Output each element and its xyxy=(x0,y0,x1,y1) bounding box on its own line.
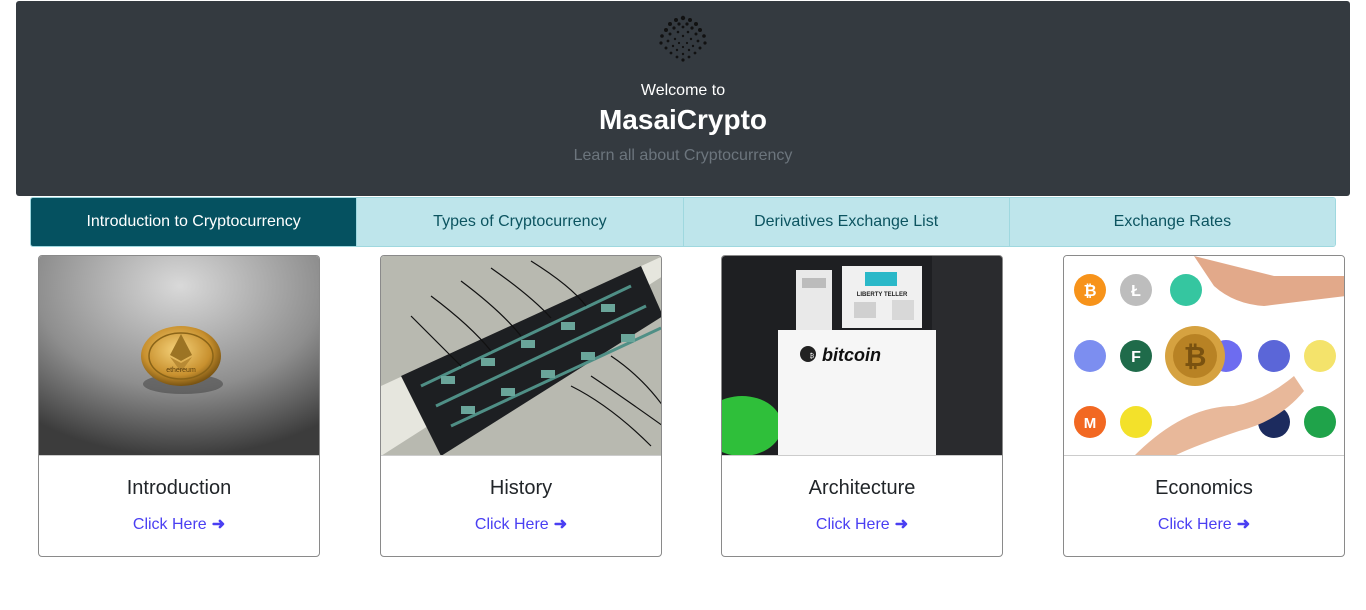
hero-banner: Welcome to MasaiCrypto Learn all about C… xyxy=(16,1,1350,196)
svg-text:₿: ₿ xyxy=(1083,282,1096,300)
atm-brand-text: LIBERTY TELLER xyxy=(857,292,908,298)
card-architecture: LIBERTY TELLER ₿ bitcoin Architecture Cl… xyxy=(721,255,1003,557)
arrow-right-icon: ➜ xyxy=(553,516,568,533)
svg-text:M: M xyxy=(1084,415,1097,432)
bitcoin-atm-image: LIBERTY TELLER ₿ bitcoin xyxy=(722,256,1002,456)
tab-introduction[interactable]: Introduction to Cryptocurrency xyxy=(31,198,358,246)
svg-text:Ł: Ł xyxy=(1131,283,1141,300)
tab-derivatives[interactable]: Derivatives Exchange List xyxy=(683,198,1010,246)
svg-text:₿: ₿ xyxy=(1184,341,1207,372)
nav-tabs: Introduction to Cryptocurrency Types of … xyxy=(30,197,1336,247)
click-here-link[interactable]: Click Here ➜ xyxy=(1064,514,1344,534)
mining-rig-image xyxy=(381,256,661,456)
svg-text:F: F xyxy=(1131,349,1141,366)
card-title: History xyxy=(489,477,553,499)
card-title: Economics xyxy=(1155,477,1253,499)
atm-bitcoin-text: bitcoin xyxy=(822,345,881,365)
click-here-link[interactable]: Click Here ➜ xyxy=(722,514,1002,534)
card-introduction: ethereum Introduction Click Here ➜ xyxy=(38,255,320,557)
site-title: MasaiCrypto xyxy=(598,104,768,135)
svg-text:₿: ₿ xyxy=(810,353,815,360)
iota-logo-icon xyxy=(659,15,707,62)
card-economics: ₿ Ł F M ₿ Economics Click Here ➜ xyxy=(1063,255,1345,557)
card-title: Introduction xyxy=(126,477,232,499)
click-here-link[interactable]: Click Here ➜ xyxy=(39,514,319,534)
arrow-right-icon: ➜ xyxy=(211,516,226,533)
tab-types[interactable]: Types of Cryptocurrency xyxy=(357,198,684,246)
crypto-coins-image: ₿ Ł F M ₿ xyxy=(1064,256,1344,456)
card-title: Architecture xyxy=(808,477,916,499)
tab-exchange-rates[interactable]: Exchange Rates xyxy=(1009,198,1335,246)
ethereum-coin-image: ethereum xyxy=(39,256,319,456)
site-tagline: Learn all about Cryptocurrency xyxy=(573,147,793,164)
welcome-text: Welcome to xyxy=(640,82,726,99)
coin-label: ethereum xyxy=(166,367,196,374)
arrow-right-icon: ➜ xyxy=(894,516,909,533)
card-history: History Click Here ➜ xyxy=(380,255,662,557)
arrow-right-icon: ➜ xyxy=(1236,516,1251,533)
click-here-link[interactable]: Click Here ➜ xyxy=(381,514,661,534)
